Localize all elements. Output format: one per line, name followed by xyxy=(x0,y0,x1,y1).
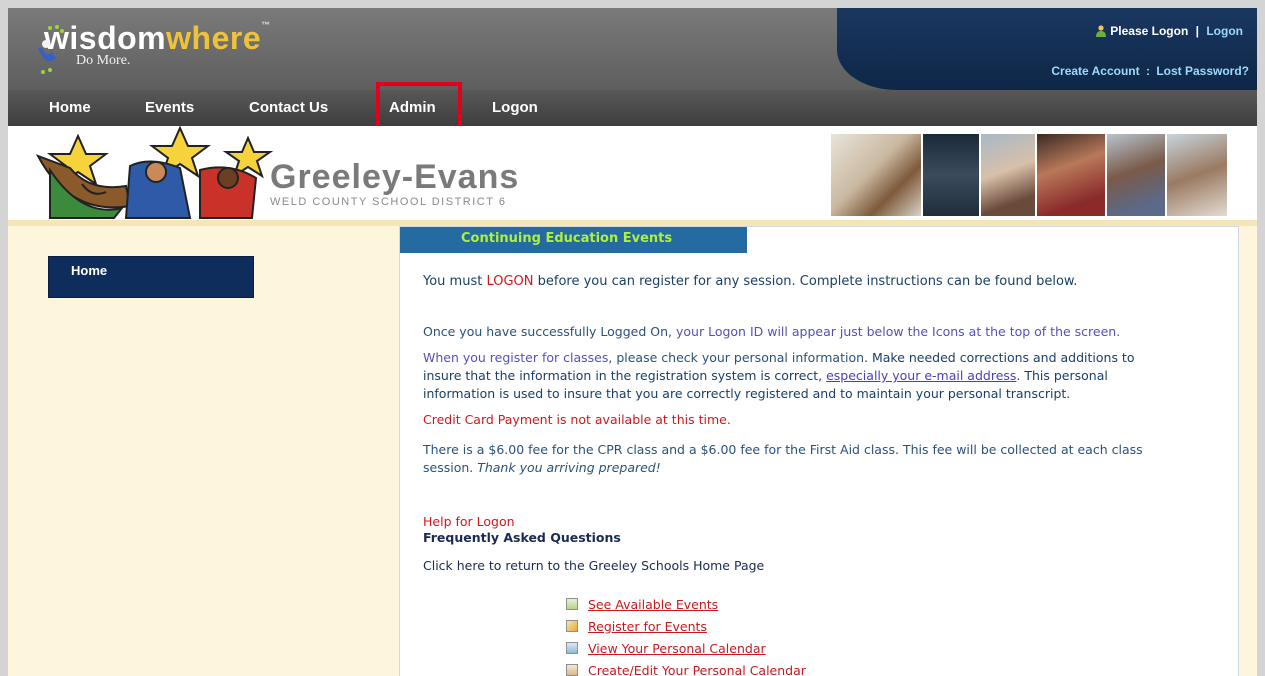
calendar-add-icon xyxy=(566,642,578,654)
nav-contact-us[interactable]: Contact Us xyxy=(249,99,328,116)
list-item: Register for Events xyxy=(566,615,806,637)
sidebar-item-home[interactable]: Home xyxy=(48,256,254,298)
create-account-link[interactable]: Create Account xyxy=(1051,64,1139,78)
classroom-photo-strip xyxy=(831,134,1231,216)
logo-word-2: where xyxy=(166,20,262,56)
user-icon xyxy=(1096,25,1107,37)
fee-line-1: There is a $6.00 fee for the CPR class a… xyxy=(423,442,1143,457)
lost-password-link[interactable]: Lost Password? xyxy=(1156,64,1249,78)
credit-card-notice: Credit Card Payment is not available at … xyxy=(423,412,731,427)
register-c: . Make needed corrections and additions … xyxy=(864,350,1135,365)
district-banner: Greeley-Evans WELD COUNTY SCHOOL DISTRIC… xyxy=(8,126,1257,220)
logo-wordmark: wisdomwhere™ xyxy=(44,20,271,57)
register-line2-pre: insure that the information in the regis… xyxy=(423,368,827,383)
fee-line2-italic: Thank you arriving prepared! xyxy=(477,460,661,475)
district-title: Greeley-Evans WELD COUNTY SCHOOL DISTRIC… xyxy=(270,160,519,208)
email-address-link[interactable]: especially your e-mail address xyxy=(826,368,1016,383)
tab-label: Continuing Education Events xyxy=(461,231,673,246)
view-personal-calendar-link[interactable]: View Your Personal Calendar xyxy=(588,641,766,656)
sidebar-home-label: Home xyxy=(71,263,108,278)
logon-pre: You must xyxy=(423,274,487,289)
photo-calculator xyxy=(923,134,979,216)
action-links: See Available Events Register for Events… xyxy=(566,593,806,676)
register-instructions: When you register for classes, please ch… xyxy=(423,349,1203,403)
main-content: Continuing Education Events You must LOG… xyxy=(399,226,1239,676)
photo-teacher xyxy=(831,134,921,216)
list-item: Create/Edit Your Personal Calendar xyxy=(566,659,806,676)
register-b: , please check your personal information xyxy=(608,350,865,365)
list-item: See Available Events xyxy=(566,593,806,615)
calendar-edit-icon xyxy=(566,664,578,676)
list-item: View Your Personal Calendar xyxy=(566,637,806,659)
logon-word: LOGON xyxy=(486,274,534,289)
logo-trademark: ™ xyxy=(261,20,271,30)
account-links: Create Account : Lost Password? xyxy=(1051,64,1249,78)
tab-continuing-education[interactable]: Continuing Education Events xyxy=(400,227,747,253)
logo-person-icon xyxy=(38,25,64,74)
main-nav: Home Events Contact Us Admin Logon xyxy=(8,90,1257,126)
register-line2-post: . This personal xyxy=(1016,368,1108,383)
stars-children-logo xyxy=(35,126,274,219)
district-name: Greeley-Evans xyxy=(270,158,520,196)
login-status: Please Logon | Logon xyxy=(1096,24,1243,38)
register-for-events-link[interactable]: Register for Events xyxy=(588,619,707,634)
fee-line2-pre: session. xyxy=(423,460,478,475)
register-line-2: insure that the information in the regis… xyxy=(423,367,1203,385)
logged-highlight: your Logon ID will appear just below the… xyxy=(676,324,1121,339)
register-pencil-icon xyxy=(566,620,578,632)
logon-required-text: You must LOGON before you can register f… xyxy=(423,273,1078,291)
photo-student-red xyxy=(1037,134,1105,216)
see-available-events-link[interactable]: See Available Events xyxy=(588,597,718,612)
logged-pre: Once you have successfully Logged On, xyxy=(423,324,676,339)
register-a: When you register for classes xyxy=(423,350,609,365)
register-line-3: information is used to insure that you a… xyxy=(423,386,1071,401)
district-subtitle: WELD COUNTY SCHOOL DISTRICT 6 xyxy=(270,196,507,208)
header-separator: | xyxy=(1195,24,1199,38)
photo-student-girl xyxy=(981,134,1035,216)
return-home-link[interactable]: Click here to return to the Greeley Scho… xyxy=(423,557,764,575)
please-logon-text: Please Logon xyxy=(1110,24,1189,38)
site-header: wisdomwhere™ Do More. Please Logon | Log… xyxy=(8,8,1257,90)
account-separator: : xyxy=(1145,64,1150,78)
page-body: Home Continuing Education Events You mus… xyxy=(8,220,1257,676)
fee-line-2: session. Thank you arriving prepared! xyxy=(423,459,1213,477)
photo-students-desk xyxy=(1167,134,1227,216)
wisdomwhere-logo[interactable]: wisdomwhere™ Do More. xyxy=(38,20,271,74)
logged-on-text: Once you have successfully Logged On, yo… xyxy=(423,323,1120,341)
faq-link[interactable]: Frequently Asked Questions xyxy=(423,529,621,547)
create-edit-calendar-link[interactable]: Create/Edit Your Personal Calendar xyxy=(588,663,806,676)
nav-home[interactable]: Home xyxy=(49,99,91,116)
photo-student-boy xyxy=(1107,134,1165,216)
nav-logon[interactable]: Logon xyxy=(492,99,538,116)
register-line-1: When you register for classes, please ch… xyxy=(423,349,1203,367)
page-frame: wisdomwhere™ Do More. Please Logon | Log… xyxy=(8,8,1257,676)
logon-post: before you can register for any session.… xyxy=(533,274,1078,289)
nav-events[interactable]: Events xyxy=(145,99,194,116)
header-logon-link[interactable]: Logon xyxy=(1206,24,1243,38)
events-list-icon xyxy=(566,598,578,610)
fee-notice: There is a $6.00 fee for the CPR class a… xyxy=(423,441,1213,477)
